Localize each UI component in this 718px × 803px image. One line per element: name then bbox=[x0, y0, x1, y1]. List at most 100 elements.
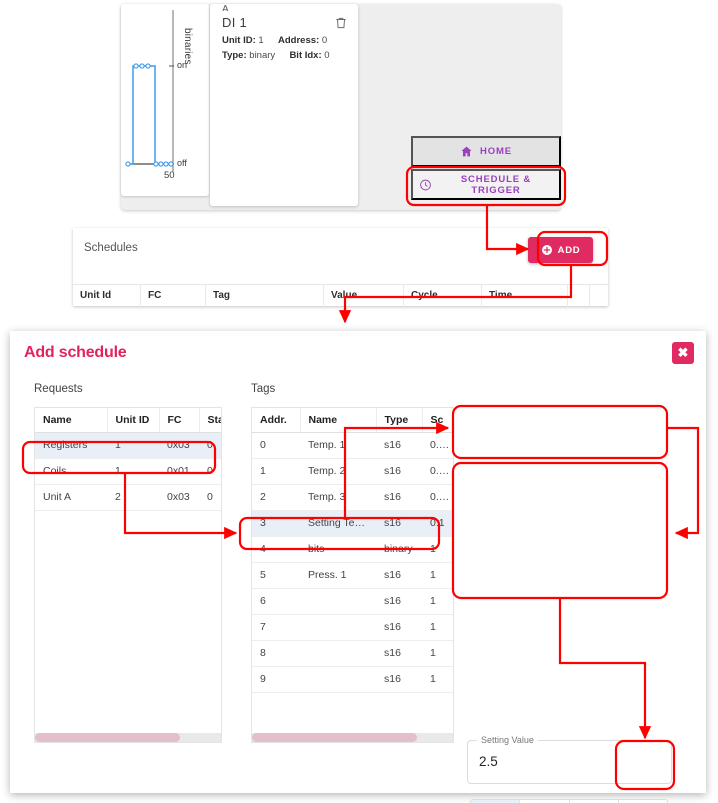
di-card-line-type: Type: binary Bit Idx: 0 bbox=[222, 50, 330, 61]
tags-table[interactable]: Addr. Name Type Sc 0 Temp. 1 s16 0.001 1 Temp. 2… bbox=[251, 407, 454, 743]
requests-column-header: FC bbox=[159, 408, 200, 433]
table-cell: 1 bbox=[422, 588, 453, 615]
trash-icon[interactable] bbox=[334, 16, 348, 30]
schedules-column-header: Value bbox=[324, 284, 404, 307]
table-cell: 0.1 bbox=[422, 510, 453, 537]
schedules-column-header: Unit Id bbox=[73, 284, 141, 307]
table-cell: Coils bbox=[35, 458, 107, 485]
requests-horizontal-scrollbar[interactable] bbox=[35, 733, 221, 742]
requests-column-header: Start A bbox=[199, 408, 221, 433]
table-row[interactable]: 2 Temp. 3 s16 0.001 bbox=[252, 484, 453, 511]
dialog-title: Add schedule bbox=[24, 344, 127, 361]
table-cell bbox=[300, 666, 376, 693]
tags-scroll-thumb[interactable] bbox=[252, 733, 417, 742]
table-row[interactable]: Unit A 2 0x03 0 bbox=[35, 484, 221, 511]
setting-value-input[interactable]: 2.5 bbox=[479, 754, 498, 769]
di-type-value: binary bbox=[249, 50, 276, 61]
table-cell: 0.001 bbox=[422, 432, 453, 459]
chart-tick-off: off bbox=[177, 158, 187, 168]
table-cell: Unit A bbox=[35, 484, 107, 511]
table-row[interactable]: 9 s16 1 bbox=[252, 666, 453, 693]
table-cell: s16 bbox=[376, 640, 422, 667]
table-cell: s16 bbox=[376, 432, 422, 459]
dialog-close-button[interactable]: ✖ bbox=[672, 342, 694, 364]
chart-x-tick: 50 bbox=[164, 170, 175, 181]
table-row[interactable]: Coils 1 0x01 0 bbox=[35, 458, 221, 485]
schedules-add-label: ADD bbox=[557, 244, 581, 256]
table-cell bbox=[300, 640, 376, 667]
di-address-label: Address: bbox=[278, 35, 320, 46]
table-cell: 9 bbox=[252, 666, 300, 693]
table-cell: 0 bbox=[199, 432, 221, 459]
di-unit-id-value: 1 bbox=[258, 35, 264, 46]
requests-scroll-thumb[interactable] bbox=[35, 733, 181, 742]
schedule-trigger-button[interactable]: SCHEDULE & TRIGGER bbox=[411, 169, 561, 200]
plus-circle-icon bbox=[541, 245, 552, 255]
add-schedule-dialog: Add schedule ✖ Requests Tags Name Unit ID… bbox=[10, 331, 706, 803]
table-cell: Temp. 3 bbox=[300, 484, 376, 511]
tags-table-header-row: Addr. Name Type Sc bbox=[252, 408, 453, 433]
requests-column-header: Unit ID bbox=[107, 408, 160, 433]
table-cell: 1 bbox=[422, 614, 453, 641]
table-cell: 0 bbox=[252, 432, 300, 459]
table-cell: bits bbox=[300, 536, 376, 563]
table-cell: binary bbox=[376, 536, 422, 563]
schedule-trigger-label: SCHEDULE & TRIGGER bbox=[460, 173, 532, 196]
table-cell: 1 bbox=[422, 562, 453, 589]
schedules-column-header: Time bbox=[482, 284, 568, 307]
tags-column-header: Addr. bbox=[252, 408, 301, 433]
screenshot-root: on off 50 binaries A DI 1 Unit ID: 1 Add… bbox=[0, 0, 718, 803]
table-cell: 2 bbox=[252, 484, 300, 511]
table-cell: 1 bbox=[422, 640, 453, 667]
table-cell: 0 bbox=[199, 484, 221, 511]
table-cell: 1 bbox=[252, 458, 300, 485]
requests-section-label: Requests bbox=[34, 383, 83, 395]
table-cell: 0.001 bbox=[422, 484, 453, 511]
table-row[interactable]: 6 s16 1 bbox=[252, 588, 453, 615]
table-cell: s16 bbox=[376, 484, 422, 511]
di-tag-card[interactable]: A DI 1 Unit ID: 1 Address: 0 Type: binar… bbox=[210, 4, 358, 206]
home-icon bbox=[461, 146, 472, 157]
table-cell: 1 bbox=[422, 666, 453, 693]
schedule-frequency-tabs[interactable]: ONCEDAILYWEEKLYMONTHLY bbox=[470, 799, 668, 803]
table-cell bbox=[300, 588, 376, 615]
tags-table-body[interactable]: 0 Temp. 1 s16 0.001 1 Temp. 2 s16 0.001 2 Temp. 3… bbox=[252, 432, 453, 693]
table-cell: Press. 1 bbox=[300, 562, 376, 589]
binaries-chart-card: on off 50 binaries bbox=[121, 4, 209, 196]
table-row[interactable]: 5 Press. 1 s16 1 bbox=[252, 562, 453, 589]
requests-table[interactable]: NameUnit IDFCStart A Registers10x030Coil… bbox=[34, 407, 222, 743]
schedules-column-header bbox=[590, 285, 608, 307]
di-card-title: DI 1 bbox=[222, 15, 248, 30]
table-cell: Temp. 2 bbox=[300, 458, 376, 485]
table-cell: 2 bbox=[107, 484, 159, 511]
table-cell: s16 bbox=[376, 666, 422, 693]
home-button-label: HOME bbox=[480, 146, 512, 157]
schedules-table-header: Unit Id FC Tag Value Cycle Time bbox=[73, 284, 608, 307]
table-row[interactable]: 7 s16 1 bbox=[252, 614, 453, 641]
table-cell: 6 bbox=[252, 588, 300, 615]
table-cell bbox=[300, 614, 376, 641]
requests-row-registers[interactable]: Registers 1 0x03 0 bbox=[35, 432, 221, 459]
di-type-label: Type: bbox=[222, 50, 247, 61]
home-button[interactable]: HOME bbox=[411, 136, 561, 167]
table-cell: 0x03 bbox=[159, 484, 199, 511]
tags-column-header: Type bbox=[376, 408, 423, 433]
di-card-line-unit: Unit ID: 1 Address: 0 bbox=[222, 35, 327, 46]
tags-column-header: Name bbox=[300, 408, 377, 433]
table-row[interactable]: 8 s16 1 bbox=[252, 640, 453, 667]
di-bit-idx-value: 0 bbox=[324, 50, 330, 61]
table-cell: 4 bbox=[252, 536, 300, 563]
table-row[interactable]: 0 Temp. 1 s16 0.001 bbox=[252, 432, 453, 459]
table-row[interactable]: 1 Temp. 2 s16 0.001 bbox=[252, 458, 453, 485]
di-card-clipped-text: A bbox=[222, 4, 230, 11]
setting-value-field[interactable]: Setting Value 2.5 bbox=[467, 735, 672, 784]
table-cell: s16 bbox=[376, 562, 422, 589]
schedules-add-button[interactable]: ADD bbox=[528, 237, 593, 263]
requests-table-body[interactable]: Registers 1 0x03 0 Coils 1 0x01 0 Unit A 2 0x03 0 bbox=[35, 432, 221, 511]
table-row[interactable]: 4 bits binary 1 bbox=[252, 536, 453, 563]
table-cell: Setting Te… bbox=[300, 510, 376, 537]
table-cell: 1 bbox=[107, 458, 159, 485]
tags-row-setting-temp[interactable]: 3 Setting Te… s16 0.1 bbox=[252, 510, 453, 537]
tags-horizontal-scrollbar[interactable] bbox=[252, 733, 453, 742]
schedules-column-header: Tag bbox=[206, 284, 324, 307]
